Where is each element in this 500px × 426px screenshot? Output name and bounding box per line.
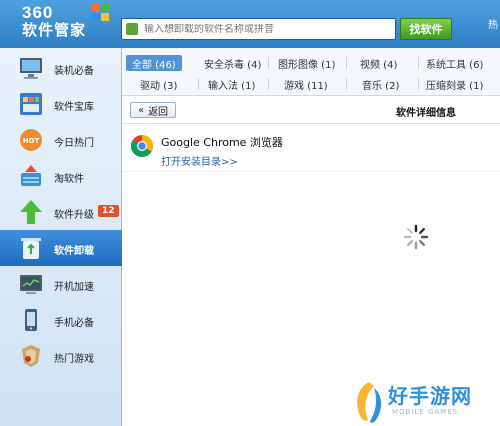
divider [268,57,269,69]
divider [418,57,419,69]
find-software-button[interactable]: 找软件 [400,18,452,40]
svg-text:HOT: HOT [23,137,40,145]
sidebar-item-games[interactable]: 热门游戏 [0,338,122,374]
sidebar: 装机必备 软件宝库 HOT 今日热门 淘软件 软件升级 12 软件卸载 开机加速… [0,48,122,426]
header-right-label[interactable]: 热 [488,16,498,31]
filter-tab-graphics[interactable]: 图形图像 (1) [272,55,341,71]
sidebar-item-mobile[interactable]: 手机必备 [0,302,122,338]
filter-tab-compression[interactable]: 压缩刻录 (1) [420,76,489,92]
sidebar-item-hot[interactable]: HOT 今日热门 [0,122,122,158]
monitor-icon [20,58,42,79]
search-input[interactable] [144,23,384,35]
sidebar-item-label: 软件宝库 [54,102,94,113]
app-grid-icon [20,93,42,115]
watermark-logo-icon [357,382,382,423]
sidebar-item-boot-speed[interactable]: 开机加速 [0,266,122,302]
page-title: 软件详细信息 [396,108,456,119]
watermark-text: 好手游网 [388,384,472,408]
sidebar-item-label: 开机加速 [54,282,94,293]
back-button[interactable]: « 返回 [130,102,176,118]
site-watermark: 好手游网 MOBILE GAMES [352,380,500,426]
upgrade-count-badge: 12 [98,205,119,217]
sidebar-item-label: 今日热门 [54,138,94,149]
upgrade-arrow-icon [20,200,42,224]
watermark-subtext: MOBILE GAMES [392,408,459,416]
filter-tab-all[interactable]: 全部 (46) [126,55,182,71]
filter-tab-security[interactable]: 安全杀毒 (4) [198,55,267,71]
sidebar-item-label: 淘软件 [54,174,84,185]
recycle-bin-icon [21,238,41,259]
filter-tab-video[interactable]: 视频 (4) [354,55,403,71]
hot-icon: HOT [20,129,42,151]
loading-spinner-icon [403,224,429,250]
software-detail: Google Chrome 浏览器 打开安装目录>> [122,124,500,172]
logo-cube-icon [92,4,109,21]
basket-icon [21,165,41,186]
sidebar-item-label: 热门游戏 [54,354,94,365]
divider [418,78,419,90]
divider [346,78,347,90]
app-name: Google Chrome 浏览器 [161,136,283,149]
sidebar-item-label: 软件升级 [54,210,94,221]
divider [346,57,347,69]
detail-header: « 返回 软件详细信息 [122,96,500,124]
sidebar-item-library[interactable]: 软件宝库 [0,86,122,122]
game-icon [22,345,40,367]
divider [268,78,269,90]
filter-tab-system-tools[interactable]: 系统工具 (6) [420,55,489,71]
category-filter-bar: 全部 (46) 安全杀毒 (4) 图形图像 (1) 视频 (4) 系统工具 (6… [122,48,500,96]
filter-tab-drivers[interactable]: 驱动 (3) [134,76,183,92]
search-field[interactable] [121,18,396,40]
app-logo: 360 软件管家 [22,3,109,39]
sidebar-item-upgrade[interactable]: 软件升级 12 [0,194,122,230]
filter-tab-music[interactable]: 音乐 (2) [356,76,405,92]
filter-tab-games[interactable]: 游戏 (11) [278,76,334,92]
sidebar-item-essentials[interactable]: 装机必备 [0,50,122,86]
sidebar-item-label: 手机必备 [54,318,94,329]
logo-name: 软件管家 [22,21,87,39]
sidebar-item-label: 软件卸载 [54,246,94,257]
logo-number: 360 [22,3,54,22]
title-bar: 360 软件管家 找软件 热 [0,0,500,48]
divider [198,78,199,90]
boot-speed-icon [20,275,42,294]
back-button-label: 返回 [148,106,169,118]
open-install-dir-link[interactable]: 打开安装目录>> [161,153,238,168]
search-icon [126,23,138,35]
back-arrow-icon: « [137,104,145,116]
sidebar-item-shop[interactable]: 淘软件 [0,158,122,194]
sidebar-item-label: 装机必备 [54,66,94,77]
filter-tab-input-method[interactable]: 输入法 (1) [202,76,261,92]
phone-icon [25,309,37,331]
sidebar-item-uninstall[interactable]: 软件卸载 [0,230,122,266]
chrome-icon [131,135,153,157]
